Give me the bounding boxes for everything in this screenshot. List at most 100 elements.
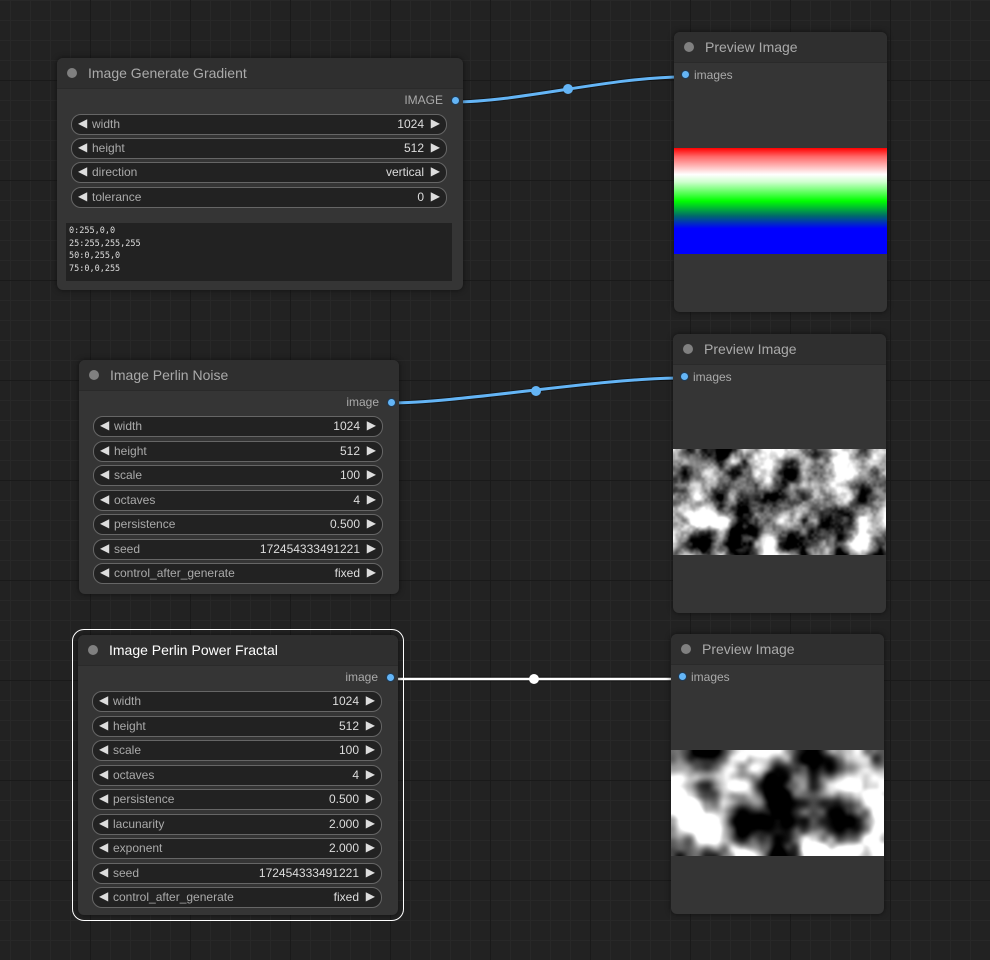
widget-seed[interactable]: ◀ seed 172454333491221 ▶ <box>93 538 383 560</box>
widget-width[interactable]: ◀ width 1024 ▶ <box>93 416 383 437</box>
collapse-dot-icon[interactable] <box>67 68 77 78</box>
input-slot-images[interactable]: images <box>671 664 884 688</box>
triangle-left-icon[interactable]: ◀ <box>99 840 108 854</box>
triangle-left-icon[interactable]: ◀ <box>100 443 109 457</box>
triangle-right-icon[interactable]: ▶ <box>366 767 375 781</box>
widget-lacunarity[interactable]: ◀ lacunarity 2.000 ▶ <box>92 813 382 835</box>
triangle-left-icon[interactable]: ◀ <box>99 791 108 805</box>
widget-scale[interactable]: ◀ scale 100 ▶ <box>92 740 382 761</box>
triangle-left-icon[interactable]: ◀ <box>78 164 87 178</box>
input-slot-dot-icon[interactable] <box>678 672 687 681</box>
triangle-left-icon[interactable]: ◀ <box>78 116 87 130</box>
widget-seed[interactable]: ◀ seed 172454333491221 ▶ <box>92 862 382 884</box>
node-preview-image-fractal[interactable]: Preview Image images <box>671 634 884 914</box>
triangle-right-icon[interactable]: ▶ <box>367 516 376 530</box>
widget-octaves[interactable]: ◀ octaves 4 ▶ <box>93 489 383 511</box>
widget-tolerance[interactable]: ◀ tolerance 0 ▶ <box>71 187 447 208</box>
triangle-right-icon[interactable]: ▶ <box>366 718 375 732</box>
widget-control-after-generate[interactable]: ◀ control_after_generate fixed ▶ <box>92 887 382 908</box>
output-slot-dot-icon[interactable] <box>386 673 395 682</box>
output-slot-image[interactable]: image <box>78 666 398 690</box>
widget-persistence[interactable]: ◀ persistence 0.500 ▶ <box>92 789 382 810</box>
triangle-right-icon[interactable]: ▶ <box>431 164 440 178</box>
collapse-dot-icon[interactable] <box>89 370 99 380</box>
triangle-left-icon[interactable]: ◀ <box>99 865 108 879</box>
input-slot-images[interactable]: images <box>674 62 887 86</box>
output-slot-dot-icon[interactable] <box>387 398 396 407</box>
triangle-right-icon[interactable]: ▶ <box>431 140 440 154</box>
triangle-right-icon[interactable]: ▶ <box>366 693 375 707</box>
node-title-bar[interactable]: Image Perlin Noise <box>79 360 399 391</box>
triangle-left-icon[interactable]: ◀ <box>100 418 109 432</box>
input-slot-dot-icon[interactable] <box>681 70 690 79</box>
collapse-dot-icon[interactable] <box>683 344 693 354</box>
widget-height[interactable]: ◀ height 512 ▶ <box>71 138 447 159</box>
triangle-right-icon[interactable]: ▶ <box>366 840 375 854</box>
link-fractal-midpoint[interactable] <box>529 674 539 684</box>
gradient-stops-textarea[interactable]: 0:255,0,0 25:255,255,255 50:0,255,0 75:0… <box>66 223 452 281</box>
link-gradient-midpoint[interactable] <box>563 84 573 94</box>
triangle-right-icon[interactable]: ▶ <box>367 492 376 506</box>
triangle-left-icon[interactable]: ◀ <box>100 565 109 579</box>
triangle-right-icon[interactable]: ▶ <box>367 541 376 555</box>
input-slot-dot-icon[interactable] <box>680 372 689 381</box>
triangle-right-icon[interactable]: ▶ <box>366 791 375 805</box>
triangle-left-icon[interactable]: ◀ <box>78 140 87 154</box>
triangle-left-icon[interactable]: ◀ <box>99 742 108 756</box>
triangle-left-icon[interactable]: ◀ <box>99 767 108 781</box>
link-perlin-to-preview[interactable] <box>388 375 683 406</box>
node-preview-image-perlin[interactable]: Preview Image images <box>673 334 886 613</box>
triangle-left-icon[interactable]: ◀ <box>99 693 108 707</box>
triangle-right-icon[interactable]: ▶ <box>366 742 375 756</box>
node-title-bar[interactable]: Image Perlin Power Fractal <box>78 635 398 666</box>
collapse-dot-icon[interactable] <box>684 42 694 52</box>
widget-exponent[interactable]: ◀ exponent 2.000 ▶ <box>92 838 382 859</box>
node-image-perlin-noise[interactable]: Image Perlin Noise image ◀ width 1024 ▶ ◀ hei… <box>79 360 399 594</box>
triangle-left-icon[interactable]: ◀ <box>99 816 108 830</box>
widget-scale[interactable]: ◀ scale 100 ▶ <box>93 465 383 486</box>
link-perlin-midpoint[interactable] <box>531 386 541 396</box>
triangle-right-icon[interactable]: ▶ <box>366 816 375 830</box>
triangle-left-icon[interactable]: ◀ <box>99 718 108 732</box>
triangle-right-icon[interactable]: ▶ <box>367 467 376 481</box>
triangle-right-icon[interactable]: ▶ <box>431 189 440 203</box>
node-image-generate-gradient[interactable]: Image Generate Gradient IMAGE ◀ width 10… <box>57 58 463 290</box>
link-gradient-to-preview[interactable] <box>452 74 684 105</box>
triangle-left-icon[interactable]: ◀ <box>100 492 109 506</box>
link-gradient-to-preview-line[interactable] <box>452 75 684 104</box>
triangle-left-icon[interactable]: ◀ <box>100 516 109 530</box>
output-slot-dot-icon[interactable] <box>451 96 460 105</box>
widget-direction[interactable]: ◀ direction vertical ▶ <box>71 162 447 183</box>
widget-value: 0.500 <box>329 517 360 531</box>
node-title-bar[interactable]: Image Generate Gradient <box>57 58 463 89</box>
node-title-bar[interactable]: Preview Image <box>674 32 887 63</box>
widget-control-after-generate[interactable]: ◀ control_after_generate fixed ▶ <box>93 563 383 584</box>
triangle-left-icon[interactable]: ◀ <box>78 189 87 203</box>
output-slot-image[interactable]: image <box>79 391 399 415</box>
triangle-left-icon[interactable]: ◀ <box>100 467 109 481</box>
collapse-dot-icon[interactable] <box>681 644 691 654</box>
triangle-right-icon[interactable]: ▶ <box>366 889 375 903</box>
triangle-right-icon[interactable]: ▶ <box>366 865 375 879</box>
widget-persistence[interactable]: ◀ persistence 0.500 ▶ <box>93 514 383 535</box>
triangle-left-icon[interactable]: ◀ <box>99 889 108 903</box>
input-slot-images[interactable]: images <box>673 364 886 388</box>
node-preview-image-gradient[interactable]: Preview Image images <box>674 32 887 312</box>
triangle-right-icon[interactable]: ▶ <box>367 418 376 432</box>
node-image-perlin-power-fractal[interactable]: Image Perlin Power Fractal image ◀ width 1… <box>72 629 404 921</box>
link-perlin-to-preview-line[interactable] <box>388 376 683 405</box>
node-title-bar[interactable]: Preview Image <box>673 334 886 365</box>
widget-height[interactable]: ◀ height 512 ▶ <box>92 715 382 737</box>
triangle-right-icon[interactable]: ▶ <box>431 116 440 130</box>
widget-octaves[interactable]: ◀ octaves 4 ▶ <box>92 764 382 786</box>
widget-width[interactable]: ◀ width 1024 ▶ <box>71 114 447 135</box>
triangle-right-icon[interactable]: ▶ <box>367 443 376 457</box>
triangle-left-icon[interactable]: ◀ <box>100 541 109 555</box>
output-slot-image[interactable]: IMAGE <box>57 89 463 113</box>
collapse-dot-icon[interactable] <box>88 645 98 655</box>
widget-height[interactable]: ◀ height 512 ▶ <box>93 440 383 462</box>
widget-value: 100 <box>339 468 360 482</box>
node-title-bar[interactable]: Preview Image <box>671 634 884 665</box>
widget-width[interactable]: ◀ width 1024 ▶ <box>92 691 382 712</box>
triangle-right-icon[interactable]: ▶ <box>367 565 376 579</box>
